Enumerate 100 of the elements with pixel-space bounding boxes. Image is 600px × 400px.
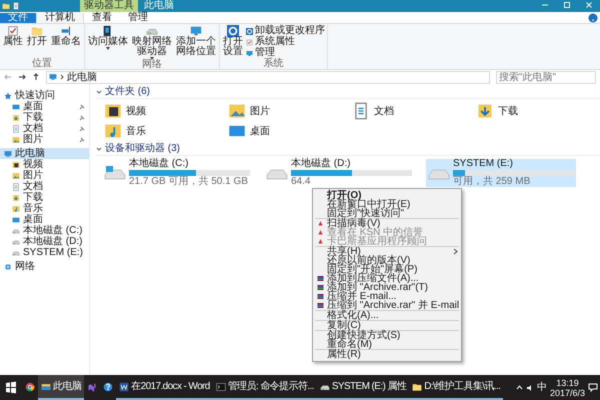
ribbon-tab[interactable]: 计算机 xyxy=(36,13,84,23)
sidebar-item[interactable]: 视频 xyxy=(0,159,89,170)
menu-item-label: 打开(O) xyxy=(327,191,362,200)
folder-item[interactable]: 视频 xyxy=(104,101,228,121)
menu-item[interactable]: 重命名(M) xyxy=(313,340,461,349)
sidebar-item[interactable]: 下载 xyxy=(0,112,89,123)
sidebar-item[interactable]: 本地磁盘 (C:) xyxy=(0,225,89,236)
sidebar-item[interactable]: 本地磁盘 (D:) xyxy=(0,236,89,247)
archive-icon xyxy=(316,275,324,282)
taskbar-app[interactable]: 此电脑 xyxy=(38,375,84,400)
sidebar-item[interactable]: 桌面 xyxy=(0,214,89,225)
ribbon-button[interactable]: 访问媒体 xyxy=(87,24,129,60)
taskbar-app[interactable]: 在2017.docx - Word xyxy=(116,375,213,400)
text-cursor-icon xyxy=(60,25,72,37)
document-icon xyxy=(12,182,20,190)
ribbon-button[interactable]: 属性 xyxy=(2,24,24,59)
menu-item[interactable]: 固定到"开始"屏幕(P) xyxy=(313,265,461,274)
menu-item-label: 添加到压缩文件(A)... xyxy=(327,274,419,283)
archive-icon xyxy=(316,284,324,291)
section-heading[interactable]: 设备和驱动器 (3) xyxy=(105,143,180,155)
menu-item[interactable]: 固定到"快速访问" xyxy=(313,209,461,218)
menu-item-label: 卡巴斯基应用程序顾问 xyxy=(327,237,427,246)
help-icon[interactable] xyxy=(588,13,598,23)
clock[interactable]: 13:19 2017/6/3 xyxy=(550,378,585,398)
menu-item-label: 扫描病毒(V) xyxy=(327,219,380,228)
terminal-icon xyxy=(216,382,226,392)
menu-item[interactable]: 创建快捷方式(S) xyxy=(313,331,461,340)
ribbon-button[interactable]: 添加一个网络位置 xyxy=(175,24,217,60)
computer-icon xyxy=(4,150,12,158)
up-icon[interactable] xyxy=(32,73,40,81)
menu-item[interactable]: 打开(O) xyxy=(313,191,461,200)
group-label: 位置 xyxy=(31,59,53,69)
video-icon xyxy=(12,160,20,168)
ribbon-button[interactable]: 映射网络驱动器 xyxy=(131,24,173,60)
volume-icon[interactable] xyxy=(526,384,534,392)
ime-indicator[interactable]: 中 xyxy=(536,380,547,395)
pictures-icon xyxy=(12,136,20,144)
menu-item[interactable]: 压缩并 E-mail... xyxy=(313,292,461,301)
folder-icon xyxy=(31,25,43,37)
ribbon-small-button[interactable]: 管理 xyxy=(246,48,325,58)
sidebar-item[interactable]: 桌面 xyxy=(0,101,89,112)
document-icon xyxy=(12,2,20,10)
ribbon-tab[interactable]: 管理 xyxy=(120,13,156,23)
document-icon xyxy=(352,102,370,120)
star-icon xyxy=(4,92,12,100)
sidebar-item[interactable]: 图片 xyxy=(0,170,89,181)
sidebar-item[interactable]: 文档 xyxy=(0,123,89,134)
sidebar-item[interactable]: 音乐 xyxy=(0,203,89,214)
taskbar-app[interactable]: SYSTEM (E:) 属性 xyxy=(316,375,410,400)
menu-item-label: 查看在 KSN 中的信誉 xyxy=(327,228,424,237)
notification-icon[interactable] xyxy=(588,383,598,392)
ribbon-small-button[interactable]: 系统属性 xyxy=(246,37,325,47)
drive-item[interactable]: 本地磁盘 (D:) 64.4 xyxy=(264,159,414,187)
sidebar-item[interactable]: 文档 xyxy=(0,181,89,192)
menu-item-label: 压缩并 E-mail... xyxy=(327,292,396,301)
menu-item[interactable]: 在新窗口中打开(E) xyxy=(313,200,461,209)
sidebar-item[interactable]: 网络 xyxy=(0,261,89,272)
context-tab-label: 驱动器工具 xyxy=(80,0,138,12)
folder-item[interactable]: 图片 xyxy=(228,101,352,121)
sidebar-item[interactable]: 下载 xyxy=(0,192,89,203)
menu-item[interactable]: 添加到 "Archive.rar"(T) xyxy=(313,283,461,292)
sidebar-item[interactable]: 图片 xyxy=(0,134,89,145)
menu-item[interactable]: 属性(R) xyxy=(313,350,461,359)
folder-item[interactable]: 下载 xyxy=(476,101,600,121)
menu-item[interactable]: 添加到压缩文件(A)... xyxy=(313,274,461,283)
folder-item[interactable]: 文档 xyxy=(352,101,476,121)
folder-item[interactable]: 桌面 xyxy=(228,121,352,141)
breadcrumb[interactable]: 此电脑 xyxy=(67,72,97,82)
menu-item[interactable]: 扫描病毒(V) xyxy=(313,219,461,228)
chevron-up-icon[interactable] xyxy=(516,385,523,390)
menu-item[interactable]: 还原以前的版本(V) xyxy=(313,256,461,265)
menu-item-label: 还原以前的版本(V) xyxy=(327,256,410,265)
ribbon-button[interactable]: 重命名 xyxy=(50,24,82,59)
taskbar-app[interactable]: D:\维护工具集\讯... xyxy=(409,375,504,400)
drive-item[interactable]: SYSTEM (E:) 可用，共 259 MB xyxy=(426,159,576,187)
menu-item-label: 添加到 "Archive.rar"(T) xyxy=(327,283,428,292)
menu-item[interactable]: 共享(H) xyxy=(313,247,461,256)
settings-icon xyxy=(246,28,253,34)
drive-name: 本地磁盘 (C:) xyxy=(129,159,190,169)
ribbon-button[interactable]: 打开 xyxy=(26,24,48,59)
menu-item-label: 固定到"快速访问" xyxy=(327,209,404,218)
drive-name: SYSTEM (E:) xyxy=(453,159,514,169)
menu-item-label: 格式化(A)... xyxy=(327,311,379,320)
taskbar-app[interactable]: 管理员: 命令提示符... xyxy=(212,375,317,400)
sidebar-item[interactable]: 快速访问 xyxy=(0,90,89,101)
ribbon-tab[interactable]: 查看 xyxy=(84,13,120,23)
sidebar-item[interactable]: SYSTEM (E:) xyxy=(0,247,89,258)
drive-item[interactable]: 本地磁盘 (C:) 21.7 GB 可用，共 50.1 GB xyxy=(102,159,252,187)
menu-item-label: 创建快捷方式(S) xyxy=(327,331,400,340)
menu-item[interactable]: 格式化(A)... xyxy=(313,311,461,320)
ribbon-small-button[interactable]: 卸载或更改程序 xyxy=(246,26,325,36)
pictures-icon xyxy=(228,102,246,120)
ribbon-button[interactable]: 打开设置 xyxy=(222,24,244,59)
sidebar-item[interactable]: 此电脑 xyxy=(0,148,89,159)
forward-icon[interactable] xyxy=(18,73,26,81)
section-heading[interactable]: 文件夹 (6) xyxy=(105,86,150,98)
folder-item[interactable]: 音乐 xyxy=(104,121,228,141)
menu-item-label: 重命名(M) xyxy=(327,340,372,349)
address-field[interactable]: 此电脑 xyxy=(46,70,490,84)
menu-item[interactable]: 复制(C) xyxy=(313,321,461,330)
